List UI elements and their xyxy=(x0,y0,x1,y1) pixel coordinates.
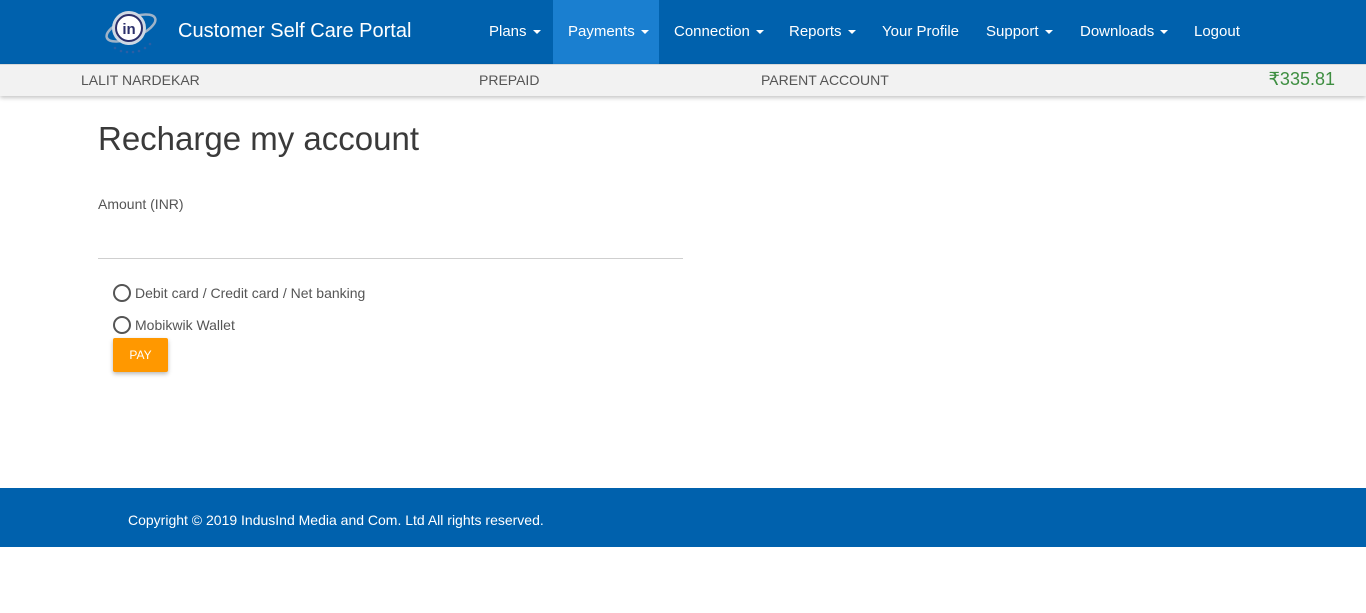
nav-connection-label: Connection xyxy=(674,23,750,40)
nav-support-label: Support xyxy=(986,23,1039,40)
radio-button[interactable] xyxy=(113,284,131,302)
copyright-text: Copyright © 2019 IndusInd Media and Com.… xyxy=(128,512,544,528)
nav-reports-label: Reports xyxy=(789,23,842,40)
nav-reports[interactable]: Reports xyxy=(774,0,871,64)
nav-downloads-label: Downloads xyxy=(1080,23,1155,40)
in-globe-logo-icon[interactable]: in xyxy=(103,4,159,56)
nav-plans[interactable]: Plans xyxy=(474,0,556,64)
nav-payments[interactable]: Payments xyxy=(553,0,659,64)
amount-input[interactable] xyxy=(98,222,683,259)
chevron-down-icon xyxy=(1160,30,1169,35)
logo-text: in xyxy=(122,21,135,38)
chevron-down-icon xyxy=(640,30,649,35)
payment-option-label: Mobikwik Wallet xyxy=(135,317,235,333)
nav-your-profile[interactable]: Your Profile xyxy=(867,0,974,64)
account-name: LALIT NARDEKAR xyxy=(81,72,200,88)
nav-logout[interactable]: Logout xyxy=(1179,0,1255,64)
payment-option-mobikwik[interactable]: Mobikwik Wallet xyxy=(113,315,235,335)
top-navbar: in Customer Self Care Portal Plans Payme… xyxy=(0,0,1366,64)
page-title: Recharge my account xyxy=(98,120,419,157)
chevron-down-icon xyxy=(755,30,764,35)
account-type: PREPAID xyxy=(479,72,540,88)
portal-title[interactable]: Customer Self Care Portal xyxy=(178,20,411,43)
nav-plans-label: Plans xyxy=(489,23,527,40)
nav-logout-label: Logout xyxy=(1194,23,1240,40)
account-info-bar: LALIT NARDEKAR PREPAID PARENT ACCOUNT ₹3… xyxy=(0,64,1366,96)
account-role: PARENT ACCOUNT xyxy=(761,72,889,88)
footer: Copyright © 2019 IndusInd Media and Com.… xyxy=(0,488,1366,547)
amount-label: Amount (INR) xyxy=(98,196,184,212)
chevron-down-icon xyxy=(1044,30,1053,35)
chevron-down-icon xyxy=(847,30,856,35)
nav-downloads[interactable]: Downloads xyxy=(1065,0,1183,64)
pay-button[interactable]: PAY xyxy=(113,338,168,372)
account-balance: ₹335.81 xyxy=(1268,69,1335,89)
payment-option-card-netbanking[interactable]: Debit card / Credit card / Net banking xyxy=(113,283,365,303)
radio-button[interactable] xyxy=(113,316,131,334)
nav-payments-label: Payments xyxy=(568,23,635,40)
nav-your-profile-label: Your Profile xyxy=(882,23,959,40)
nav-support[interactable]: Support xyxy=(971,0,1068,64)
chevron-down-icon xyxy=(532,30,541,35)
nav-connection[interactable]: Connection xyxy=(659,0,779,64)
payment-option-label: Debit card / Credit card / Net banking xyxy=(135,285,366,301)
